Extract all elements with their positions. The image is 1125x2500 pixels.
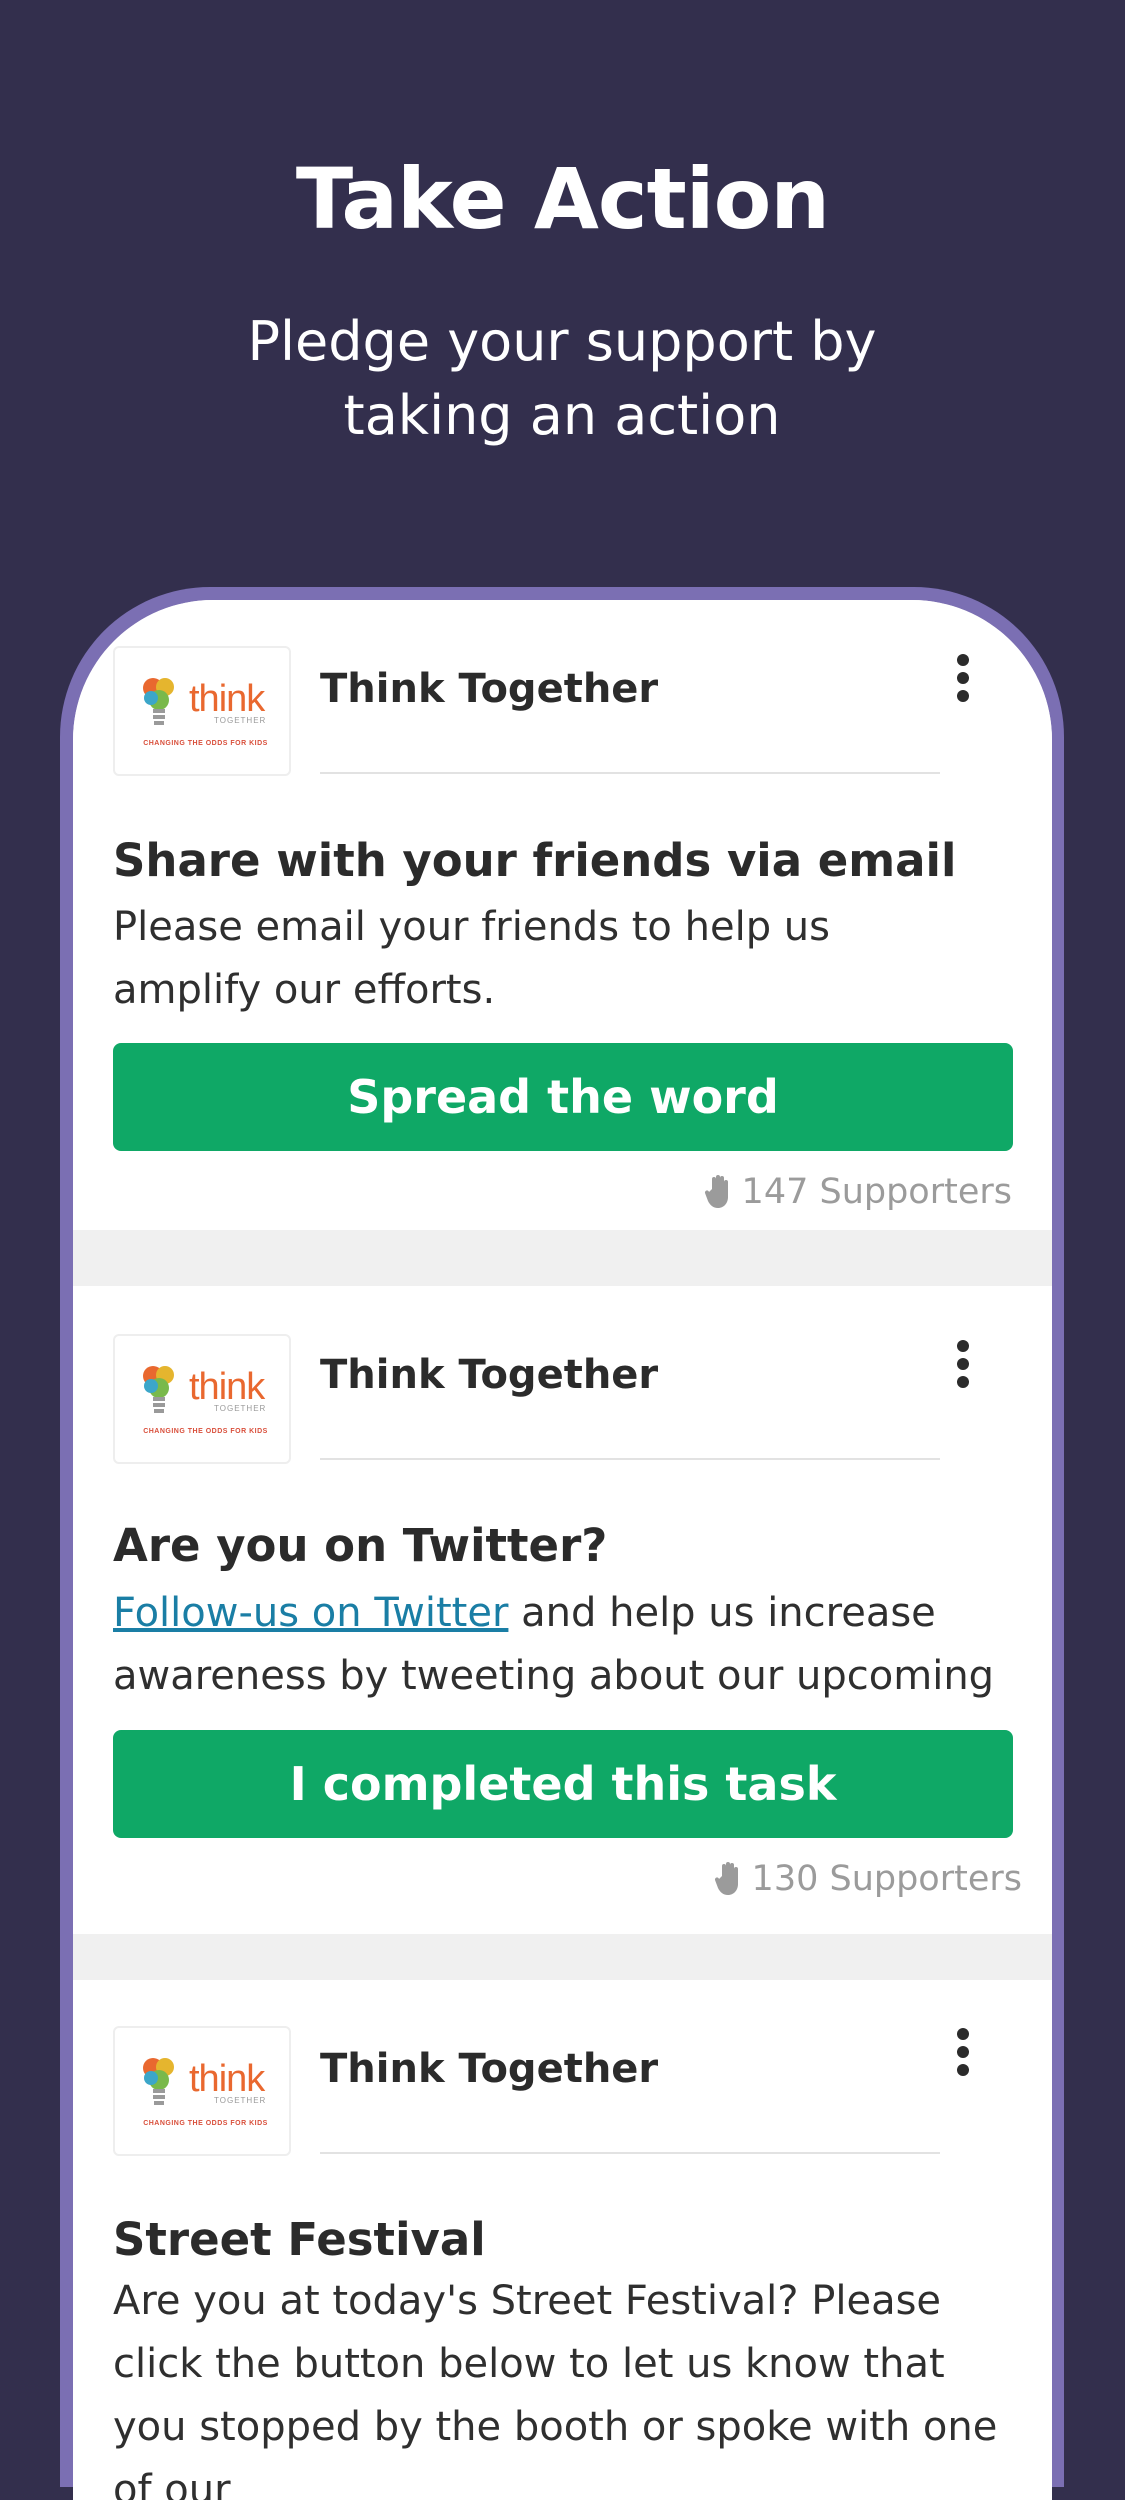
action-card: think TOGETHER CHANGING THE ODDS FOR KID…	[73, 600, 1052, 1230]
more-vertical-icon[interactable]	[953, 2028, 973, 2084]
org-name: Think Together	[320, 2046, 659, 2092]
page-subtitle: Pledge your support by taking an action	[247, 310, 877, 447]
phone-screen[interactable]: think TOGETHER CHANGING THE ODDS FOR KID…	[73, 600, 1052, 2500]
logo-sub: TOGETHER	[214, 2096, 267, 2105]
logo-word: think	[189, 678, 265, 720]
action-title: Are you on Twitter?	[113, 1519, 608, 1572]
org-name: Think Together	[320, 666, 659, 712]
lightbulb-icon	[143, 678, 174, 725]
org-logo: think TOGETHER CHANGING THE ODDS FOR KID…	[113, 646, 291, 776]
more-vertical-icon[interactable]	[953, 1340, 973, 1396]
logo-word: think	[189, 1366, 265, 1408]
completed-task-button[interactable]: I completed this task	[113, 1730, 1013, 1838]
action-description: Please email your friends to help us amp…	[113, 904, 830, 1013]
more-vertical-icon[interactable]	[953, 654, 973, 710]
hand-icon	[714, 1862, 738, 1895]
logo-tagline: CHANGING THE ODDS FOR KIDS	[143, 1428, 268, 1435]
divider	[320, 772, 940, 774]
supporters-label: 130 Supporters	[751, 1859, 1022, 1899]
page-title: Take Action	[295, 150, 830, 248]
divider	[320, 2152, 940, 2154]
action-title: Street Festival	[113, 2213, 486, 2266]
lightbulb-icon	[143, 1366, 174, 1413]
supporters-label: 147 Supporters	[741, 1172, 1012, 1212]
action-card: think TOGETHER CHANGING THE ODDS FOR KID…	[73, 1980, 1052, 2500]
supporters-count: 147 Supporters	[704, 1172, 1012, 1212]
hand-icon	[704, 1175, 728, 1208]
org-logo: think TOGETHER CHANGING THE ODDS FOR KID…	[113, 2026, 291, 2156]
spread-the-word-button[interactable]: Spread the word	[113, 1043, 1013, 1151]
supporters-count: 130 Supporters	[714, 1859, 1022, 1899]
action-card: think TOGETHER CHANGING THE ODDS FOR KID…	[73, 1286, 1052, 1934]
logo-word: think	[189, 2058, 265, 2100]
action-title: Share with your friends via email	[113, 834, 957, 887]
logo-sub: TOGETHER	[214, 1404, 267, 1413]
action-description: Follow-us on Twitter and help us increas…	[113, 1582, 1013, 1712]
logo-tagline: CHANGING THE ODDS FOR KIDS	[143, 740, 268, 747]
divider	[320, 1458, 940, 1460]
action-description: Are you at today's Street Festival? Plea…	[113, 2278, 998, 2500]
lightbulb-icon	[143, 2058, 174, 2105]
follow-twitter-link[interactable]: Follow-us on Twitter	[113, 1590, 508, 1636]
org-logo: think TOGETHER CHANGING THE ODDS FOR KID…	[113, 1334, 291, 1464]
org-name: Think Together	[320, 1352, 659, 1398]
logo-sub: TOGETHER	[214, 716, 267, 725]
logo-tagline: CHANGING THE ODDS FOR KIDS	[143, 2120, 268, 2127]
